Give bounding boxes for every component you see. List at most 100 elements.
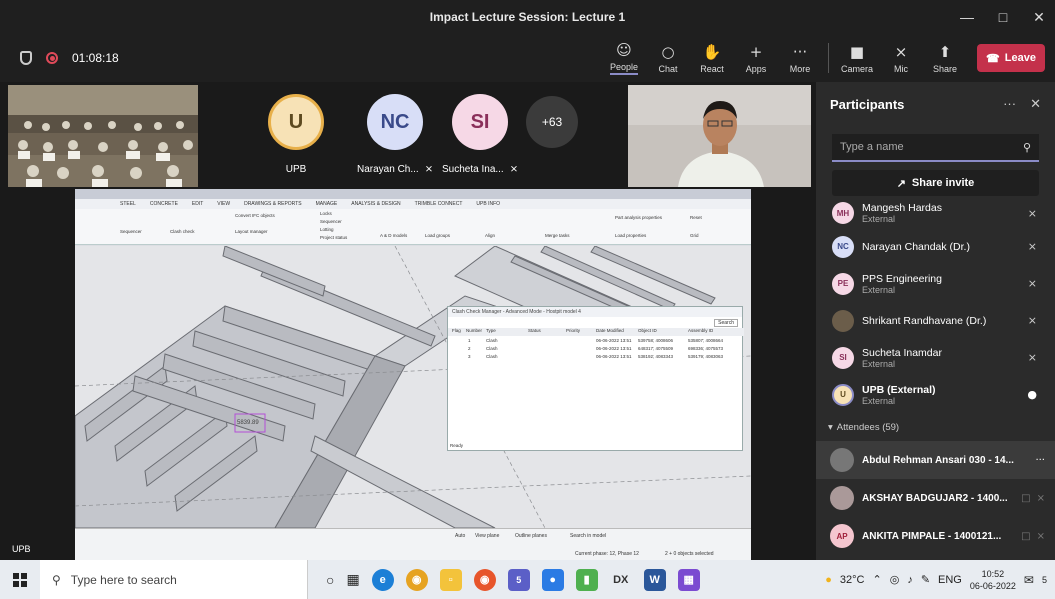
app-titlebar bbox=[75, 189, 751, 199]
edge-icon[interactable]: e bbox=[371, 568, 394, 591]
share-button[interactable]: ⬆ Share bbox=[923, 43, 967, 74]
network-icon[interactable]: ◎ bbox=[890, 573, 900, 586]
more-participants-button[interactable]: +63 bbox=[526, 96, 578, 148]
participant-search-input[interactable]: Type a name ⚲ bbox=[832, 134, 1039, 162]
avatar: NC bbox=[367, 94, 424, 150]
react-button[interactable]: ✋ React bbox=[690, 43, 734, 74]
share-invite-button[interactable]: ↗ Share invite bbox=[832, 170, 1039, 196]
avatar: MH bbox=[832, 202, 854, 224]
participant-name: UPB bbox=[285, 164, 307, 175]
list-item[interactable]: Shrikant Randhavane (Dr.) ⨯ bbox=[816, 302, 1055, 339]
chart-app-icon[interactable]: ▮ bbox=[575, 568, 598, 591]
close-panel-icon[interactable]: ✕ bbox=[1030, 96, 1041, 112]
apps-button[interactable]: + Apps bbox=[734, 43, 778, 74]
avatar: NC bbox=[832, 235, 854, 258]
ribbon-tabs: STEEL CONCRETE EDIT VIEW DRAWINGS & REPO… bbox=[75, 199, 751, 209]
more-button[interactable]: ··· More bbox=[778, 43, 822, 74]
firefox-icon[interactable]: ◉ bbox=[473, 568, 496, 591]
participants-panel: Participants ··· ✕ Type a name ⚲ ↗ Share… bbox=[816, 82, 1055, 560]
app-icon[interactable]: ▦ bbox=[677, 568, 700, 591]
phone-hangup-icon: ☎ bbox=[986, 52, 1000, 65]
lang-label[interactable]: ENG bbox=[938, 574, 962, 586]
close-icon[interactable]: ✕ bbox=[1031, 9, 1047, 26]
list-item[interactable]: AP ANKITA PIMPALE - 1400121... □ ⨯ bbox=[816, 517, 1055, 555]
zoom-icon[interactable]: ● bbox=[541, 568, 564, 591]
list-item[interactable]: SI Sucheta Inamdar External ⨯ bbox=[816, 339, 1055, 376]
mic-on-icon: ● bbox=[1027, 388, 1037, 401]
search-button[interactable]: Search bbox=[714, 319, 738, 327]
ribbon-tab[interactable]: MANAGE bbox=[316, 201, 338, 207]
avatar: U bbox=[832, 383, 854, 406]
ribbon-tab[interactable]: ANALYSIS & DESIGN bbox=[351, 201, 400, 207]
list-item[interactable]: Abdul Rehman Ansari 030 - 14... ··· bbox=[816, 441, 1055, 479]
participant-list: MH Mangesh Hardas External ⨯ NC Narayan C… bbox=[816, 198, 1055, 555]
minimize-icon[interactable]: — bbox=[959, 9, 975, 25]
participant-tile-narayan[interactable]: NC Narayan Ch... ⨯ bbox=[357, 94, 433, 175]
chrome-icon[interactable]: ◉ bbox=[405, 568, 428, 591]
avatar bbox=[830, 448, 854, 472]
dialog-status: Ready bbox=[450, 443, 464, 448]
more-icon: ··· bbox=[792, 42, 808, 61]
ribbon-tab[interactable]: EDIT bbox=[192, 201, 203, 207]
table-row[interactable]: 2 Clash 06-06-2022 13:51 648317; 4075509… bbox=[448, 346, 744, 353]
teams-icon[interactable]: 5 bbox=[507, 568, 530, 591]
mic-off-icon: ⨯ bbox=[1036, 492, 1045, 504]
cortana-icon[interactable]: ○ bbox=[326, 572, 334, 588]
windows-start-button[interactable] bbox=[0, 572, 40, 587]
clock[interactable]: 10:52 06-06-2022 bbox=[970, 568, 1016, 592]
people-button[interactable]: ☺ People bbox=[602, 41, 646, 75]
more-options-icon[interactable]: ··· bbox=[1035, 455, 1045, 466]
ribbon-tab[interactable]: STEEL bbox=[120, 201, 136, 207]
mic-off-icon: ⨯ bbox=[1027, 206, 1037, 220]
mic-off-icon: ⨯ bbox=[1036, 530, 1045, 542]
ribbon: Sequencer Clash check Convert IFC object… bbox=[75, 209, 751, 245]
taskbar-search-input[interactable]: ⚲ Type here to search bbox=[40, 560, 308, 599]
chevron-up-icon[interactable]: ⌃ bbox=[872, 573, 881, 586]
ribbon-tab[interactable]: CONCRETE bbox=[150, 201, 178, 207]
list-item[interactable]: MH Mangesh Hardas External ⨯ bbox=[816, 198, 1055, 228]
avatar: PE bbox=[832, 272, 854, 295]
dx-app-icon[interactable]: DX bbox=[609, 568, 632, 591]
shared-screen[interactable]: STEEL CONCRETE EDIT VIEW DRAWINGS & REPO… bbox=[75, 189, 751, 561]
ribbon-tab[interactable]: TRIMBLE CONNECT bbox=[415, 201, 463, 207]
list-item[interactable]: AKSHAY BADGUJAR2 - 1400... □ ⨯ bbox=[816, 479, 1055, 517]
meeting-stage: U UPB NC Narayan Ch... ⨯ SI Sucheta Ina.… bbox=[0, 82, 816, 561]
notification-icon[interactable]: ✉ bbox=[1024, 573, 1034, 587]
participant-tile-sucheta[interactable]: SI Sucheta Ina... ⨯ bbox=[442, 94, 518, 175]
word-icon[interactable]: W bbox=[643, 568, 666, 591]
leave-button[interactable]: ☎ Leave bbox=[977, 44, 1045, 72]
classroom-video[interactable] bbox=[8, 85, 198, 187]
list-item[interactable]: U UPB (External) External ● bbox=[816, 376, 1055, 413]
list-item[interactable]: PE PPS Engineering External ⨯ bbox=[816, 265, 1055, 302]
maximize-icon[interactable]: □ bbox=[995, 9, 1011, 25]
pen-icon[interactable]: ✎ bbox=[921, 573, 930, 586]
ribbon-tab[interactable]: VIEW bbox=[217, 201, 230, 207]
weather-temp[interactable]: 32°C bbox=[840, 574, 865, 586]
weather-icon: ● bbox=[825, 573, 832, 586]
table-row[interactable]: 3 Clash 06-06-2022 13:51 538192; 4083343… bbox=[448, 354, 744, 361]
clash-check-dialog[interactable]: Clash Check Manager - Advanced Mode - Ho… bbox=[447, 306, 744, 451]
chat-button[interactable]: ○ Chat bbox=[646, 43, 690, 74]
avatar: SI bbox=[832, 346, 854, 369]
attendees-header[interactable]: ▾ Attendees (59) bbox=[816, 413, 1055, 441]
ribbon-tab[interactable]: DRAWINGS & REPORTS bbox=[244, 201, 302, 207]
camera-button[interactable]: ■ Camera bbox=[835, 43, 879, 74]
table-row[interactable]: 1 Clash 06-06-2022 13:51 539758; 4008606… bbox=[448, 338, 744, 345]
file-explorer-icon[interactable]: ▫ bbox=[439, 568, 462, 591]
list-item[interactable]: NC Narayan Chandak (Dr.) ⨯ bbox=[816, 228, 1055, 265]
app-statusbar: Auto View plane Outline planes Search in… bbox=[75, 528, 751, 561]
camera-off-icon: □ bbox=[1021, 530, 1031, 542]
apps-icon: + bbox=[749, 42, 763, 61]
more-options-icon[interactable]: ··· bbox=[1003, 96, 1016, 112]
react-icon: ✋ bbox=[702, 42, 722, 61]
mic-button[interactable]: ⨯ Mic bbox=[879, 43, 923, 74]
volume-icon[interactable]: ♪ bbox=[907, 574, 913, 586]
windows-icon bbox=[13, 572, 27, 587]
share-invite-icon: ↗ bbox=[896, 177, 906, 190]
presenter-video[interactable] bbox=[628, 85, 811, 187]
task-view-icon[interactable]: ▦ bbox=[346, 571, 359, 588]
mic-off-icon: ⨯ bbox=[894, 42, 908, 61]
ribbon-tab[interactable]: UPB INFO bbox=[476, 201, 500, 207]
participant-tile-upb[interactable]: U UPB bbox=[268, 94, 324, 175]
chat-icon: ○ bbox=[661, 42, 675, 61]
